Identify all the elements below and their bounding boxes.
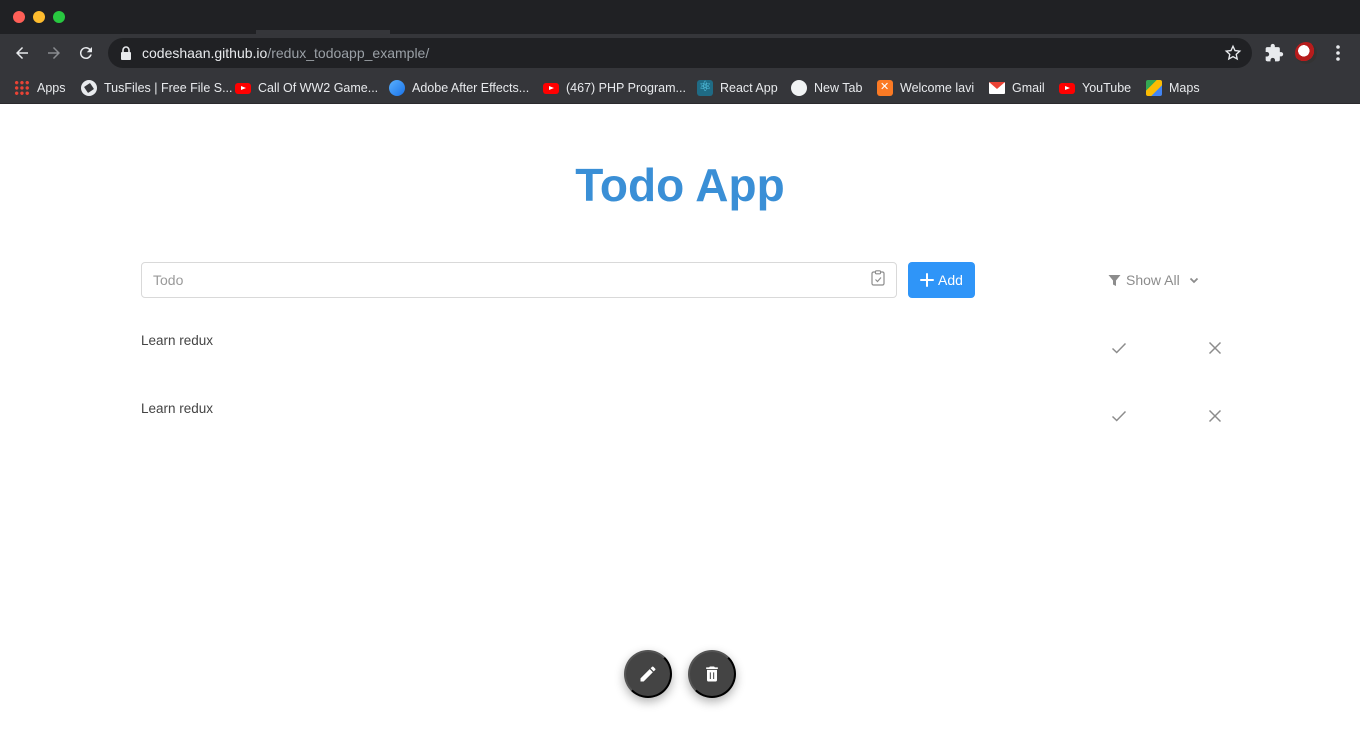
window-titlebar bbox=[0, 0, 1360, 34]
trash-icon bbox=[706, 666, 718, 682]
browser-toolbar: codeshaan.github.io/redux_todoapp_exampl… bbox=[0, 34, 1360, 72]
page-title: Todo App bbox=[575, 159, 785, 211]
delete-todo-button[interactable] bbox=[1205, 406, 1225, 426]
maps-icon bbox=[1146, 80, 1162, 96]
bookmark-label: TusFiles | Free File S... bbox=[104, 81, 233, 95]
todo-item: Learn redux bbox=[141, 333, 1231, 373]
todo-item: Learn redux bbox=[141, 401, 1231, 441]
xampp-icon bbox=[877, 80, 893, 96]
filter-select[interactable]: Show All bbox=[1108, 268, 1208, 292]
check-icon bbox=[1111, 342, 1127, 354]
more-menu-icon[interactable] bbox=[1330, 42, 1346, 64]
close-window-button[interactable] bbox=[13, 11, 25, 23]
complete-todo-button[interactable] bbox=[1109, 406, 1129, 426]
bookmark-label: New Tab bbox=[814, 81, 863, 95]
youtube-icon bbox=[543, 82, 559, 94]
bookmark-tusfiles[interactable]: TusFiles | Free File S... bbox=[81, 77, 233, 99]
edit-fab-button[interactable] bbox=[624, 650, 672, 698]
todo-text: Learn redux bbox=[141, 401, 214, 416]
bookmark-new-tab[interactable]: New Tab bbox=[791, 77, 862, 99]
youtube-icon bbox=[1059, 82, 1075, 94]
bookmark-label: Adobe After Effects... bbox=[412, 81, 530, 95]
bookmark-youtube[interactable]: YouTube bbox=[1059, 77, 1131, 99]
todo-text: Learn redux bbox=[141, 333, 214, 348]
close-icon bbox=[1208, 409, 1222, 423]
bookmark-react-app[interactable]: React App bbox=[697, 77, 778, 99]
close-icon bbox=[1208, 341, 1222, 355]
delete-todo-button[interactable] bbox=[1205, 338, 1225, 358]
bookmark-label: (467) PHP Program... bbox=[566, 81, 686, 95]
lock-icon bbox=[121, 46, 131, 60]
filter-label: Show All bbox=[1126, 272, 1180, 288]
minimize-window-button[interactable] bbox=[33, 11, 45, 23]
apps-icon bbox=[14, 80, 30, 96]
bookmarks-bar: Apps TusFiles | Free File S... Call Of W… bbox=[0, 72, 1360, 104]
complete-todo-button[interactable] bbox=[1109, 338, 1129, 358]
add-button[interactable]: Add bbox=[908, 262, 975, 298]
clipboard-check-icon bbox=[871, 270, 885, 286]
globe-icon bbox=[81, 80, 97, 96]
plus-icon bbox=[920, 273, 935, 287]
bookmark-after-effects[interactable]: Adobe After Effects... bbox=[389, 77, 529, 99]
delete-all-fab-button[interactable] bbox=[688, 650, 736, 698]
add-button-label: Add bbox=[938, 272, 963, 288]
bookmark-label: Gmail bbox=[1012, 81, 1045, 95]
bookmark-php-program[interactable]: (467) PHP Program... bbox=[543, 77, 686, 99]
bookmark-call-of-ww2[interactable]: Call Of WW2 Game... bbox=[235, 77, 378, 99]
forward-button[interactable] bbox=[41, 40, 67, 66]
back-button[interactable] bbox=[9, 40, 35, 66]
url-host: codeshaan.github.io bbox=[142, 45, 268, 61]
url-text: codeshaan.github.io/redux_todoapp_exampl… bbox=[142, 45, 429, 61]
bookmark-label: Call Of WW2 Game... bbox=[258, 81, 379, 95]
pencil-icon bbox=[640, 666, 656, 682]
check-icon bbox=[1111, 410, 1127, 422]
reload-icon bbox=[79, 47, 92, 60]
bookmark-star-icon[interactable] bbox=[1224, 44, 1242, 62]
bookmark-welcome-lavi[interactable]: Welcome lavi bbox=[877, 77, 974, 99]
youtube-icon bbox=[235, 82, 251, 94]
url-path: /redux_todoapp_example/ bbox=[267, 45, 430, 61]
bookmark-maps[interactable]: Maps bbox=[1146, 77, 1200, 99]
gmail-icon bbox=[989, 82, 1005, 94]
bookmark-gmail[interactable]: Gmail bbox=[989, 77, 1045, 99]
maximize-window-button[interactable] bbox=[53, 11, 65, 23]
arrow-left-icon bbox=[16, 47, 28, 59]
new-tab-icon bbox=[791, 80, 807, 96]
chevron-down-icon bbox=[1189, 277, 1198, 284]
react-icon bbox=[697, 78, 713, 96]
bookmark-label: React App bbox=[720, 81, 778, 95]
bookmark-label: Apps bbox=[37, 81, 66, 95]
bookmark-apps[interactable]: Apps bbox=[14, 77, 66, 99]
extensions-puzzle-icon[interactable] bbox=[1264, 42, 1284, 64]
address-bar[interactable]: codeshaan.github.io/redux_todoapp_exampl… bbox=[108, 38, 1252, 68]
reload-button[interactable] bbox=[73, 40, 99, 66]
filter-icon bbox=[1108, 274, 1121, 286]
after-effects-icon bbox=[389, 80, 405, 96]
profile-avatar[interactable] bbox=[1295, 42, 1317, 64]
bookmark-label: Welcome lavi bbox=[900, 81, 975, 95]
todo-input[interactable] bbox=[141, 262, 897, 298]
bookmark-label: Maps bbox=[1169, 81, 1200, 95]
arrow-right-icon bbox=[48, 47, 60, 59]
bookmark-label: YouTube bbox=[1082, 81, 1132, 95]
